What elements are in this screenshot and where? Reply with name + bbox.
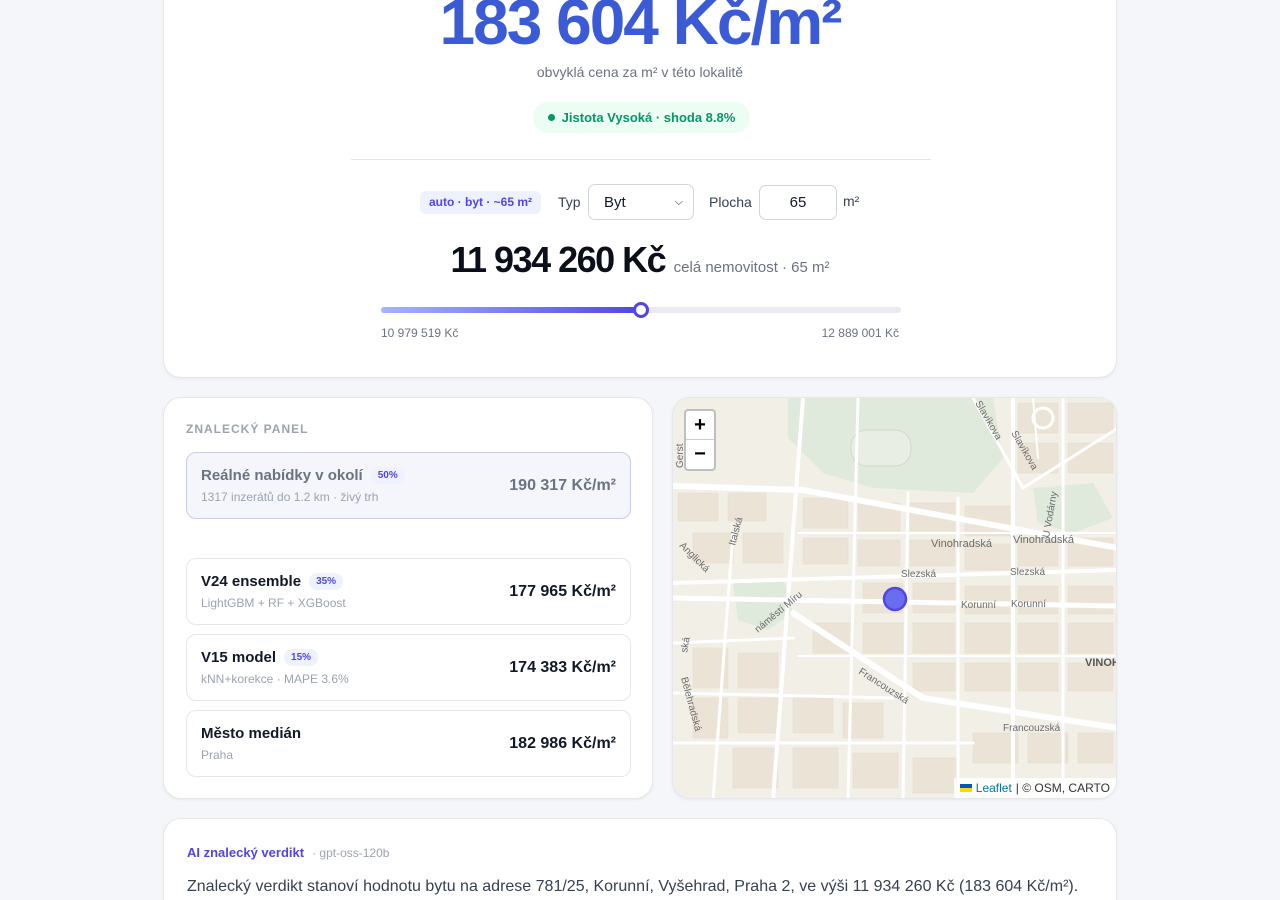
- attribution-text: | © OSM, CARTO: [1015, 781, 1110, 795]
- map-tiles[interactable]: Vinohradská Vinohradská Slezská Slezská …: [673, 398, 1117, 799]
- source-desc: LightGBM + RF + XGBoost: [201, 596, 346, 610]
- source-desc: kNN+korekce · MAPE 3.6%: [201, 672, 349, 686]
- price-per-m2: 183 604 Kč/m²: [439, 0, 843, 58]
- property-marker[interactable]: [882, 586, 908, 612]
- source-name: Reálné nabídky v okolí 50%: [201, 467, 405, 484]
- ai-model-name: · gpt-oss-120b: [312, 846, 390, 860]
- area-unit: m²: [843, 193, 860, 209]
- source-value: 177 965 Kč/m²: [509, 583, 616, 600]
- weight-badge: 50%: [370, 467, 405, 484]
- street-label: Slezská: [901, 569, 936, 580]
- source-name: Město medián: [201, 725, 301, 742]
- source-v15-model[interactable]: V15 model 15% kNN+korekce · MAPE 3.6% 17…: [186, 634, 631, 701]
- slider-thumb[interactable]: [633, 302, 649, 318]
- auto-detect-badge: auto · byt · ~65 m²: [420, 191, 542, 214]
- street-label: Slezská: [1010, 567, 1045, 578]
- total-subtitle: celá nemovitost · 65 m²: [673, 259, 830, 276]
- ai-verdict-card: AI znalecký verdikt · gpt-oss-120b Znale…: [163, 818, 1117, 900]
- divider: [351, 159, 931, 160]
- street-label: Francouzská: [1003, 723, 1061, 734]
- ai-verdict-header: AI znalecký verdikt · gpt-oss-120b: [187, 845, 389, 860]
- street-label: Korunní: [1011, 599, 1046, 610]
- area-input[interactable]: [759, 185, 837, 220]
- source-name: V24 ensemble 35%: [201, 573, 344, 590]
- weight-badge: 15%: [284, 649, 319, 666]
- source-desc: 1317 inzerátů do 1.2 km · živý trh: [201, 490, 379, 504]
- source-name-text: V24 ensemble: [201, 573, 302, 590]
- stadium: [850, 429, 912, 467]
- area-label: Plocha: [709, 194, 752, 210]
- panel-title: ZNALECKÝ PANEL: [186, 422, 309, 436]
- type-select-value: Byt: [604, 193, 626, 211]
- district-label: VINOH: [1085, 657, 1117, 669]
- weight-badge: 35%: [309, 573, 344, 590]
- source-market-offers[interactable]: Reálné nabídky v okolí 50% 1317 inzerátů…: [186, 452, 631, 519]
- ukraine-flag-icon: [959, 784, 972, 792]
- expert-panel: ZNALECKÝ PANEL Reálné nabídky v okolí 50…: [163, 397, 653, 799]
- type-select[interactable]: Byt ⌵: [588, 184, 694, 220]
- price-summary-card: 183 604 Kč/m² obvyklá cena za m² v této …: [163, 0, 1117, 378]
- source-name-text: Město medián: [201, 725, 302, 742]
- ai-verdict-title: AI znalecký verdikt: [187, 845, 305, 860]
- ai-verdict-text: Znalecký verdikt stanoví hodnotu bytu na…: [187, 878, 1079, 895]
- confidence-badge: Jistota Vysoká · shoda 8.8%: [533, 102, 750, 133]
- source-value: 182 986 Kč/m²: [509, 735, 616, 752]
- confidence-label: Jistota Vysoká · shoda 8.8%: [561, 110, 736, 125]
- type-label: Typ: [558, 194, 581, 210]
- source-desc: Praha: [201, 748, 234, 762]
- total-price-line: 11 934 260 Kč celá nemovitost · 65 m²: [164, 239, 1116, 281]
- price-subtitle: obvyklá cena za m² v této lokalitě: [536, 64, 744, 80]
- source-name-text: Reálné nabídky v okolí: [201, 467, 363, 484]
- chevron-down-icon: ⌵: [674, 195, 683, 208]
- price-range-slider[interactable]: [381, 302, 901, 318]
- zoom-out-button[interactable]: −: [686, 440, 714, 469]
- source-value: 190 317 Kč/m²: [509, 477, 616, 494]
- leaflet-link[interactable]: Leaflet: [976, 778, 1012, 798]
- range-low: 10 979 519 Kč: [381, 326, 459, 340]
- source-v24-ensemble[interactable]: V24 ensemble 35% LightGBM + RF + XGBoost…: [186, 558, 631, 625]
- zoom-control: + −: [684, 409, 716, 471]
- map-attribution: Leaflet | © OSM, CARTO: [953, 778, 1116, 798]
- zoom-in-button[interactable]: +: [686, 411, 714, 440]
- source-name: V15 model 15%: [201, 649, 319, 666]
- source-city-median[interactable]: Město medián Praha 182 986 Kč/m²: [186, 710, 631, 777]
- total-price: 11 934 260 Kč: [450, 239, 666, 280]
- location-map[interactable]: Vinohradská Vinohradská Slezská Slezská …: [672, 397, 1117, 799]
- source-name-text: V15 model: [201, 649, 277, 666]
- source-value: 174 383 Kč/m²: [509, 659, 616, 676]
- street-label: Vinohradská: [931, 538, 993, 550]
- slider-fill: [381, 307, 641, 313]
- status-dot-icon: [547, 114, 555, 121]
- range-high: 12 889 001 Kč: [821, 326, 899, 340]
- street-label: Korunní: [961, 600, 996, 611]
